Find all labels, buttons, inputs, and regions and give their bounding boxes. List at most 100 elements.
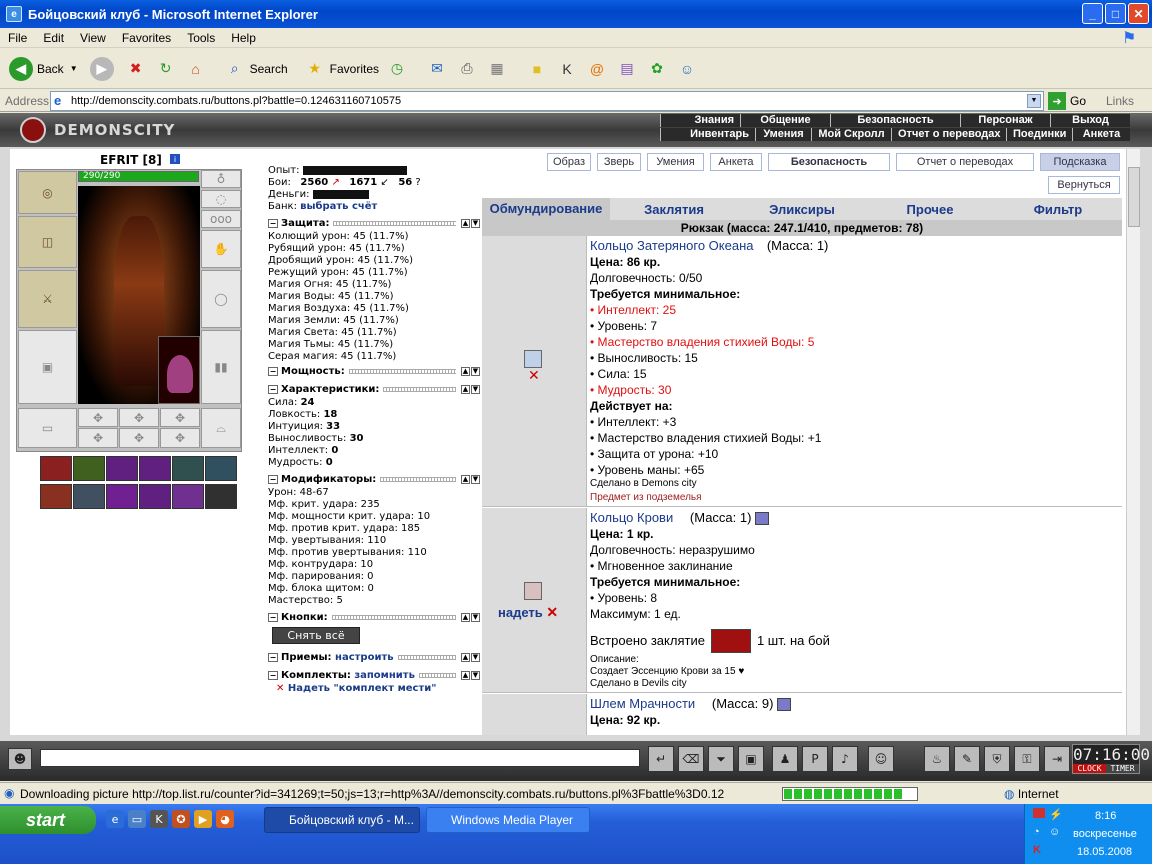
return-button[interactable]: Вернуться <box>1048 176 1120 194</box>
collapse-icon[interactable]: − <box>268 474 278 484</box>
note-icon[interactable]: ■ <box>526 58 548 80</box>
beast-button[interactable]: Зверь <box>597 153 641 171</box>
quick-slot-6[interactable] <box>205 456 237 481</box>
person-icon[interactable]: ♟ <box>772 746 798 772</box>
refresh-icon[interactable]: ↻ <box>155 58 177 80</box>
tab-other[interactable]: Прочее <box>866 202 994 217</box>
media-quick-icon[interactable]: ▶ <box>194 810 212 828</box>
tab-spells[interactable]: Заклятия <box>610 202 738 217</box>
close-button[interactable]: ✕ <box>1128 3 1149 24</box>
nav-communication[interactable]: Общение <box>740 114 830 127</box>
delete-x-icon[interactable]: ✕ <box>276 683 284 694</box>
search-button[interactable]: ⌕ Search <box>217 53 291 85</box>
quick-slot-9[interactable] <box>106 484 138 509</box>
page-scrollbar[interactable] <box>1126 149 1140 735</box>
tray-time[interactable]: 8:16 <box>1095 810 1116 822</box>
rings-slot[interactable]: ooo <box>201 210 241 228</box>
nav-fights[interactable]: Поединки <box>1006 128 1072 141</box>
scrollbar-thumb[interactable] <box>1128 167 1140 227</box>
menu-favorites[interactable]: Favorites <box>114 31 179 45</box>
buttons-header[interactable]: − Кнопки: ▲ ▼ <box>268 611 480 623</box>
maximize-button[interactable]: □ <box>1105 3 1126 24</box>
down-arrow-icon[interactable]: ▼ <box>471 652 480 662</box>
nav-character[interactable]: Персонаж <box>960 114 1050 127</box>
shield-icon[interactable]: ⛨ <box>984 746 1010 772</box>
tab-equipment[interactable]: Обмундирование <box>482 198 610 220</box>
k-icon[interactable]: K <box>556 58 578 80</box>
nav-security[interactable]: Безопасность <box>830 114 960 127</box>
menu-help[interactable]: Help <box>223 31 264 45</box>
earrings-slot[interactable]: ♁ <box>201 170 241 188</box>
firefox-quick-icon[interactable]: ◕ <box>216 810 234 828</box>
go-button[interactable]: ➜ Go <box>1048 92 1086 110</box>
private-icon[interactable]: P <box>802 746 828 772</box>
image-button[interactable]: Образ <box>547 153 591 171</box>
nav-exit[interactable]: Выход <box>1050 114 1130 127</box>
wear-label[interactable]: надеть <box>498 605 543 620</box>
profile-button[interactable]: Анкета <box>710 153 762 171</box>
quick-slot-10[interactable] <box>139 484 171 509</box>
tab-filter[interactable]: Фильтр <box>994 202 1122 217</box>
k-tray-icon[interactable]: K <box>1033 844 1041 856</box>
shield-slot[interactable]: ◯ <box>201 270 241 328</box>
messenger-tray-icon[interactable]: ☺ <box>1049 826 1060 838</box>
power-header[interactable]: − Мощность: ▲ ▼ <box>268 365 480 377</box>
start-button[interactable]: start <box>0 806 96 834</box>
network-icon[interactable]: ⚡ <box>1049 808 1063 821</box>
chat-input[interactable] <box>40 749 640 767</box>
exit-icon[interactable]: ⇥ <box>1044 746 1070 772</box>
armor-slot[interactable]: ▣ <box>18 330 77 404</box>
collapse-icon[interactable]: − <box>268 652 278 662</box>
quick-slot-4[interactable] <box>139 456 171 481</box>
flag-icon[interactable] <box>1033 808 1045 818</box>
save-icon[interactable]: ▣ <box>738 746 764 772</box>
nav-inventory[interactable]: Инвентарь <box>660 128 755 141</box>
flower-icon[interactable]: ✿ <box>646 58 668 80</box>
weapon-slot[interactable]: ⚔ <box>18 270 77 328</box>
rune-slot-6[interactable]: ✥ <box>160 428 200 448</box>
desktop-quick-icon[interactable]: ▭ <box>128 810 146 828</box>
nav-skills[interactable]: Умения <box>755 128 811 141</box>
eraser-icon[interactable]: ⌫ <box>678 746 704 772</box>
quick-slot-3[interactable] <box>106 456 138 481</box>
k-quick-icon[interactable]: K <box>150 810 168 828</box>
item-name[interactable]: Кольцо Затеряного Океана <box>590 238 754 253</box>
at-icon[interactable]: @ <box>586 58 608 80</box>
quick-slot-5[interactable] <box>172 456 204 481</box>
volume-icon[interactable]: ◔ <box>1033 826 1040 838</box>
edit-icon[interactable]: ▦ <box>486 58 508 80</box>
modifiers-header[interactable]: − Модификаторы: ▲ ▼ <box>268 473 480 485</box>
defense-header[interactable]: − Защита: ▲ ▼ <box>268 217 480 229</box>
blood-spell-icon[interactable] <box>710 629 751 653</box>
back-button[interactable]: ◀ Back ▼ <box>6 53 81 85</box>
ie-quick-icon[interactable]: e <box>106 810 124 828</box>
send-icon[interactable]: ↵ <box>648 746 674 772</box>
up-arrow-icon[interactable]: ▲ <box>461 384 470 394</box>
collapse-icon[interactable]: − <box>268 218 278 228</box>
task-media-player[interactable]: Windows Media Player <box>426 807 590 833</box>
set-item-label[interactable]: Надеть "комплект мести" <box>288 683 437 694</box>
tricks-header[interactable]: − Приемы: настроить ▲ ▼ <box>268 651 480 663</box>
down-arrow-icon[interactable]: ▼ <box>471 612 480 622</box>
quick-slot-11[interactable] <box>172 484 204 509</box>
menu-tools[interactable]: Tools <box>179 31 223 45</box>
down-arrow-icon[interactable]: ▼ <box>471 366 480 376</box>
sound-icon[interactable]: ♪ <box>832 746 858 772</box>
bracers-slot[interactable]: ◫ <box>18 216 77 268</box>
up-arrow-icon[interactable]: ▲ <box>461 612 470 622</box>
nav-transfer-report[interactable]: Отчет о переводах <box>891 128 1006 141</box>
pet-image[interactable] <box>158 336 200 404</box>
clock-button[interactable]: CLOCK <box>1073 764 1106 773</box>
chat-mode-icon[interactable]: ☻ <box>8 748 32 770</box>
collapse-icon[interactable]: − <box>268 384 278 394</box>
collapse-icon[interactable]: − <box>268 366 278 376</box>
history-icon[interactable]: ◷ <box>386 58 408 80</box>
rune-slot-3[interactable]: ✥ <box>160 408 200 427</box>
remove-all-button[interactable]: Снять всё <box>272 627 360 644</box>
amulet-slot[interactable]: ◌ <box>201 190 241 208</box>
collapse-icon[interactable]: − <box>268 670 278 680</box>
rune-slot-5[interactable]: ✥ <box>119 428 159 448</box>
dropdown-arrow-icon[interactable]: ▼ <box>70 64 78 73</box>
menu-file[interactable]: File <box>0 31 35 45</box>
links-button[interactable]: Links <box>1106 94 1134 108</box>
